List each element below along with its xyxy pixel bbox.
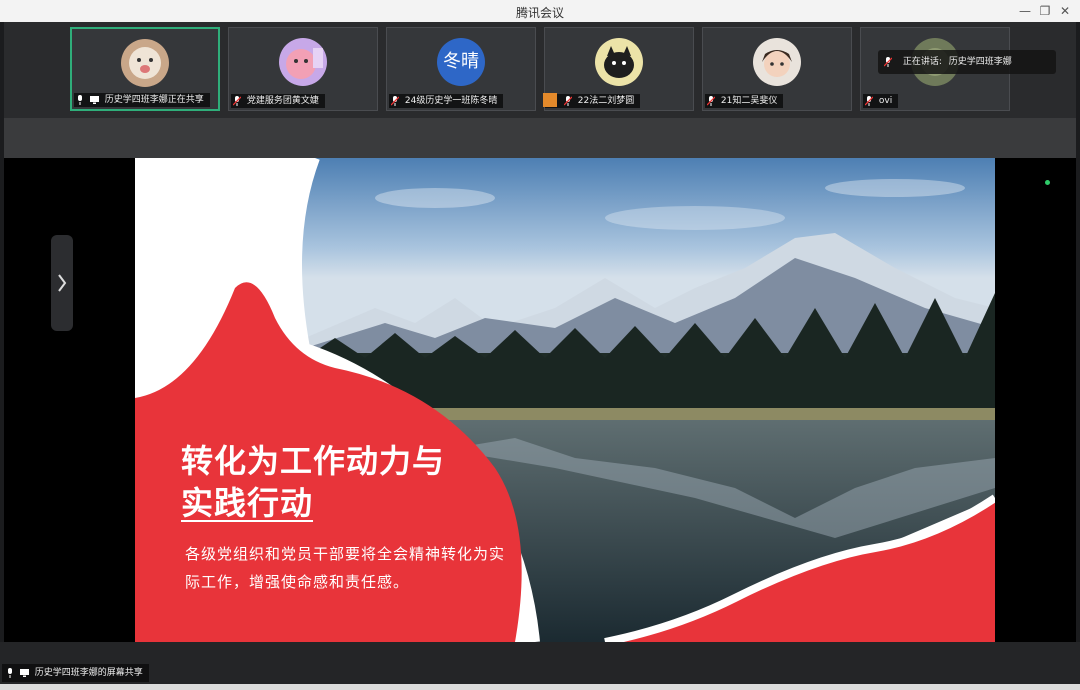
slide-title: 转化为工作动力与 实践行动 [181,440,521,524]
participant-nameplate: 21知二吴斐仪 [705,94,784,108]
mic-icon [8,667,12,678]
participant-nameplate: 24级历史学一班陈冬晴 [389,94,504,108]
presentation-slide: 转化为工作动力与 实践行动 各级党组织和党员干部要将全会精神转化为实际工作，增强… [135,158,995,642]
participant-tile[interactable]: 冬晴 24级历史学一班陈冬晴 [386,27,536,111]
screen-share-icon [19,668,29,677]
avatar [595,38,643,86]
expand-panel-button[interactable] [51,235,73,331]
participant-name: ovi [878,96,893,106]
mic-muted-icon [391,95,399,106]
slide-title-line: 实践行动 [181,484,314,522]
participant-nameplate: 党建服务团黄文婕 [231,94,325,108]
avatar [753,38,801,86]
slide-title-line: 转化为工作动力与 [181,442,446,480]
participant-tile[interactable]: 21知二吴斐仪 [702,27,852,111]
bottom-bar: 历史学四班李娜的屏幕共享 [0,642,1080,690]
mic-icon [78,94,82,105]
participant-name: 21知二吴斐仪 [720,96,778,106]
avatar [279,38,327,86]
participant-name: 党建服务团黄文婕 [246,96,319,106]
mic-muted-icon [233,95,241,106]
close-icon[interactable]: ✕ [1054,2,1076,20]
window-bottom-edge [0,684,1080,690]
participant-nameplate: ovi [863,94,899,108]
status-indicator [1045,180,1050,185]
participant-tile[interactable]: 党建服务团黄文婕 [228,27,378,111]
restore-icon[interactable]: ❐ [1034,2,1056,20]
avatar: 冬晴 [437,38,485,86]
share-owner-text: 历史学四班李娜的屏幕共享 [34,668,143,678]
mic-muted-icon [707,95,715,106]
title-bar: 腾讯会议 — ❐ ✕ [0,0,1080,22]
mic-muted-icon [865,95,873,106]
slide-body-text: 各级党组织和党员干部要将全会精神转化为实际工作，增强使命感和责任感。 [185,545,506,591]
participant-name: 历史学四班李娜正在共享 [104,95,204,105]
mic-muted-icon [563,95,572,106]
window-title: 腾讯会议 [515,6,564,20]
chevron-right-icon [58,274,67,292]
participant-nameplate: 22法二刘梦圆 [543,93,641,108]
avatar [121,39,169,87]
participant-nameplate: 历史学四班李娜正在共享 [74,93,210,107]
screen-share-icon [89,95,99,104]
strip-divider [4,118,1076,158]
contact-icon [543,93,557,107]
participant-name: 22法二刘梦圆 [577,96,635,106]
speaking-name: 历史学四班李娜 [948,57,1012,67]
mic-muted-icon [884,56,892,67]
participant-tile[interactable]: 历史学四班李娜正在共享 [70,27,220,111]
participant-tile[interactable]: 22法二刘梦圆 [543,27,694,111]
speaking-label: 正在讲话: [902,57,942,67]
minimize-icon[interactable]: — [1014,2,1036,20]
participant-name: 24级历史学一班陈冬晴 [404,96,498,106]
speaking-indicator: 正在讲话: 历史学四班李娜 [878,50,1056,74]
screen-share-label[interactable]: 历史学四班李娜的屏幕共享 [2,664,149,682]
